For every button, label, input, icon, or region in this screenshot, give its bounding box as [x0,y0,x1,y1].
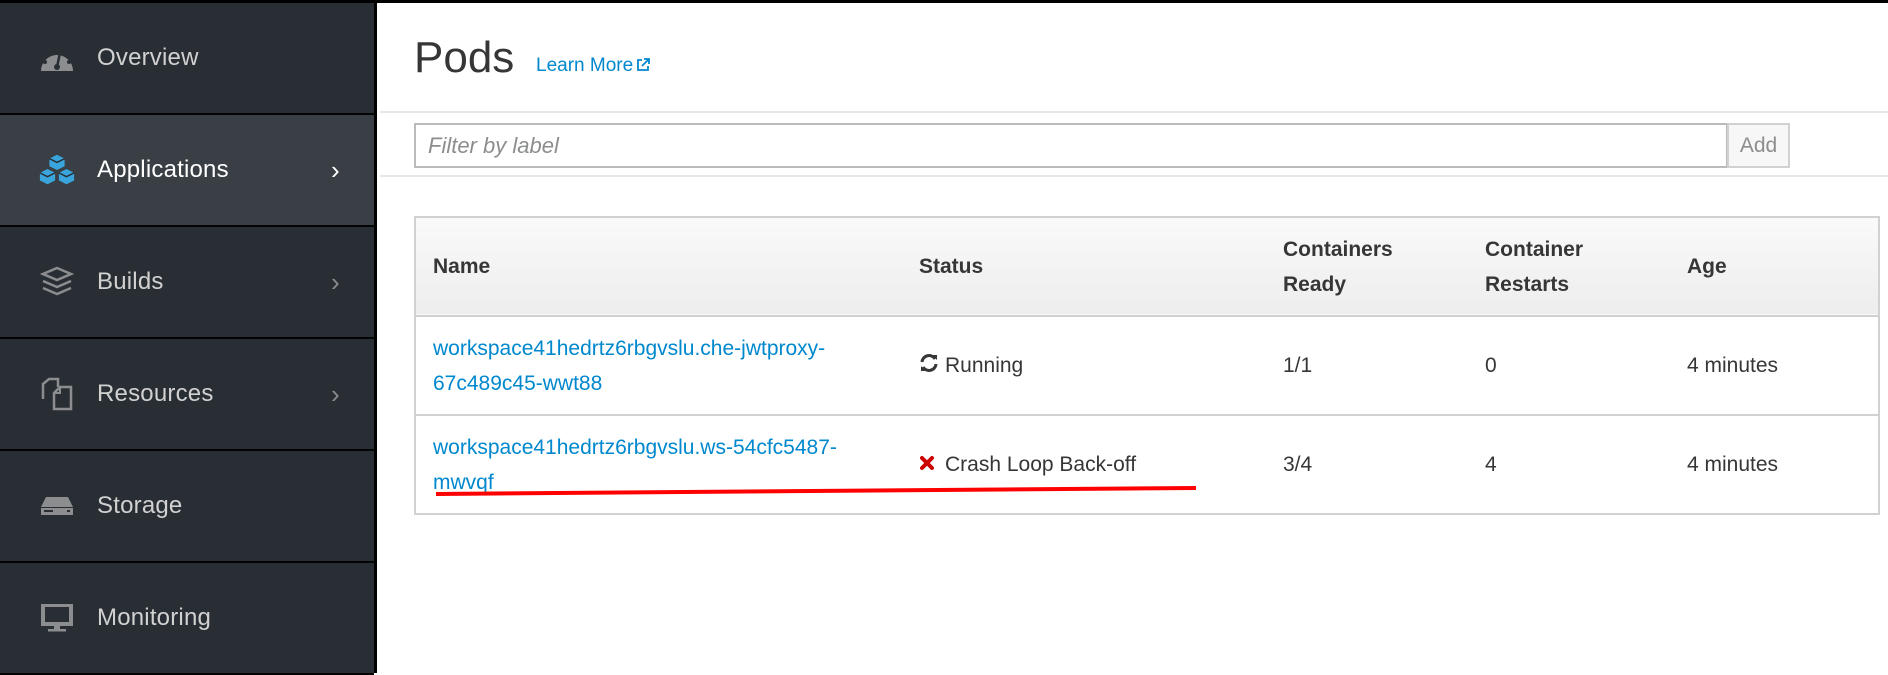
add-filter-button[interactable]: Add [1727,123,1790,168]
external-link-icon [633,55,650,76]
sidebar-item-label: Applications [97,156,229,184]
column-header-containers-ready[interactable]: Containers Ready [1266,217,1468,316]
header-line: Containers [1283,238,1393,261]
table-row: workspace41hedrtz6rbgvslu.ws-54cfc5487-m… [415,415,1879,514]
pod-name-part: workspace41hedrtz6rbgvslu.ws-54cfc5487- [433,436,837,459]
monitor-icon [38,599,76,637]
sidebar-item-builds[interactable]: Builds › [0,227,374,339]
cubes-icon [38,151,76,189]
sidebar-item-label: Overview [97,44,199,72]
layers-icon [38,263,76,301]
pod-name-part: workspace41hedrtz6rbgvslu.che-jwtproxy- [433,337,825,360]
header-line: Container [1485,238,1583,261]
restarts-cell: 4 [1468,415,1670,514]
status-text: Running [945,354,1023,377]
pod-name-part: 67c489c45-wwt88 [433,372,602,395]
page-title: Pods [414,33,514,83]
main-content: Pods Learn More Add Name Status Containe… [380,3,1888,673]
pod-name-link[interactable]: workspace41hedrtz6rbgvslu.ws-54cfc5487-m… [433,436,837,494]
header-line: Ready [1283,273,1346,296]
learn-more-link[interactable]: Learn More [536,55,650,77]
chevron-right-icon: › [331,379,340,410]
column-header-name[interactable]: Name [415,217,902,316]
status-cell: Crash Loop Back-off [902,415,1266,514]
sidebar-item-label: Monitoring [97,604,211,632]
sidebar-item-label: Resources [97,380,214,408]
sidebar-item-label: Storage [97,492,182,520]
chevron-right-icon: › [331,155,340,186]
age-cell: 4 minutes [1670,415,1879,514]
age-cell: 4 minutes [1670,316,1879,415]
table-header-row: Name Status Containers Ready Container Res… [415,217,1879,316]
sidebar-item-monitoring[interactable]: Monitoring [0,563,374,675]
learn-more-label: Learn More [536,55,633,76]
pod-name-link[interactable]: workspace41hedrtz6rbgvslu.che-jwtproxy- 6… [433,337,825,395]
containers-ready-cell: 1/1 [1266,316,1468,415]
column-header-age[interactable]: Age [1670,217,1879,316]
pods-table: Name Status Containers Ready Container Res… [414,216,1880,515]
table-row: workspace41hedrtz6rbgvslu.che-jwtproxy- 6… [415,316,1879,415]
error-x-icon [919,447,941,482]
sidebar-nav: Overview Applications › Builds › Resourc… [0,3,377,673]
status-text: Crash Loop Back-off [945,453,1136,476]
page-header: Pods Learn More [380,3,1888,113]
pod-name-cell: workspace41hedrtz6rbgvslu.che-jwtproxy- 6… [415,316,902,415]
filter-by-label-input[interactable] [414,123,1728,168]
red-underline-annotation [436,486,1196,496]
restarts-cell: 0 [1468,316,1670,415]
header-line: Restarts [1485,273,1569,296]
pod-name-cell: workspace41hedrtz6rbgvslu.ws-54cfc5487-m… [415,415,902,514]
dashboard-gauge-icon [38,39,76,77]
status-cell: Running [902,316,1266,415]
documents-icon [38,375,76,413]
sidebar-item-label: Builds [97,268,164,296]
sidebar-item-applications[interactable]: Applications › [0,115,374,227]
sidebar-item-storage[interactable]: Storage [0,451,374,563]
storage-drive-icon [38,487,76,525]
containers-ready-cell: 3/4 [1266,415,1468,514]
sidebar-item-resources[interactable]: Resources › [0,339,374,451]
sidebar-item-overview[interactable]: Overview [0,3,374,115]
sync-icon [919,348,941,383]
chevron-right-icon: › [331,267,340,298]
filter-bar: Add [380,113,1888,177]
column-header-container-restarts[interactable]: Container Restarts [1468,217,1670,316]
column-header-status[interactable]: Status [902,217,1266,316]
